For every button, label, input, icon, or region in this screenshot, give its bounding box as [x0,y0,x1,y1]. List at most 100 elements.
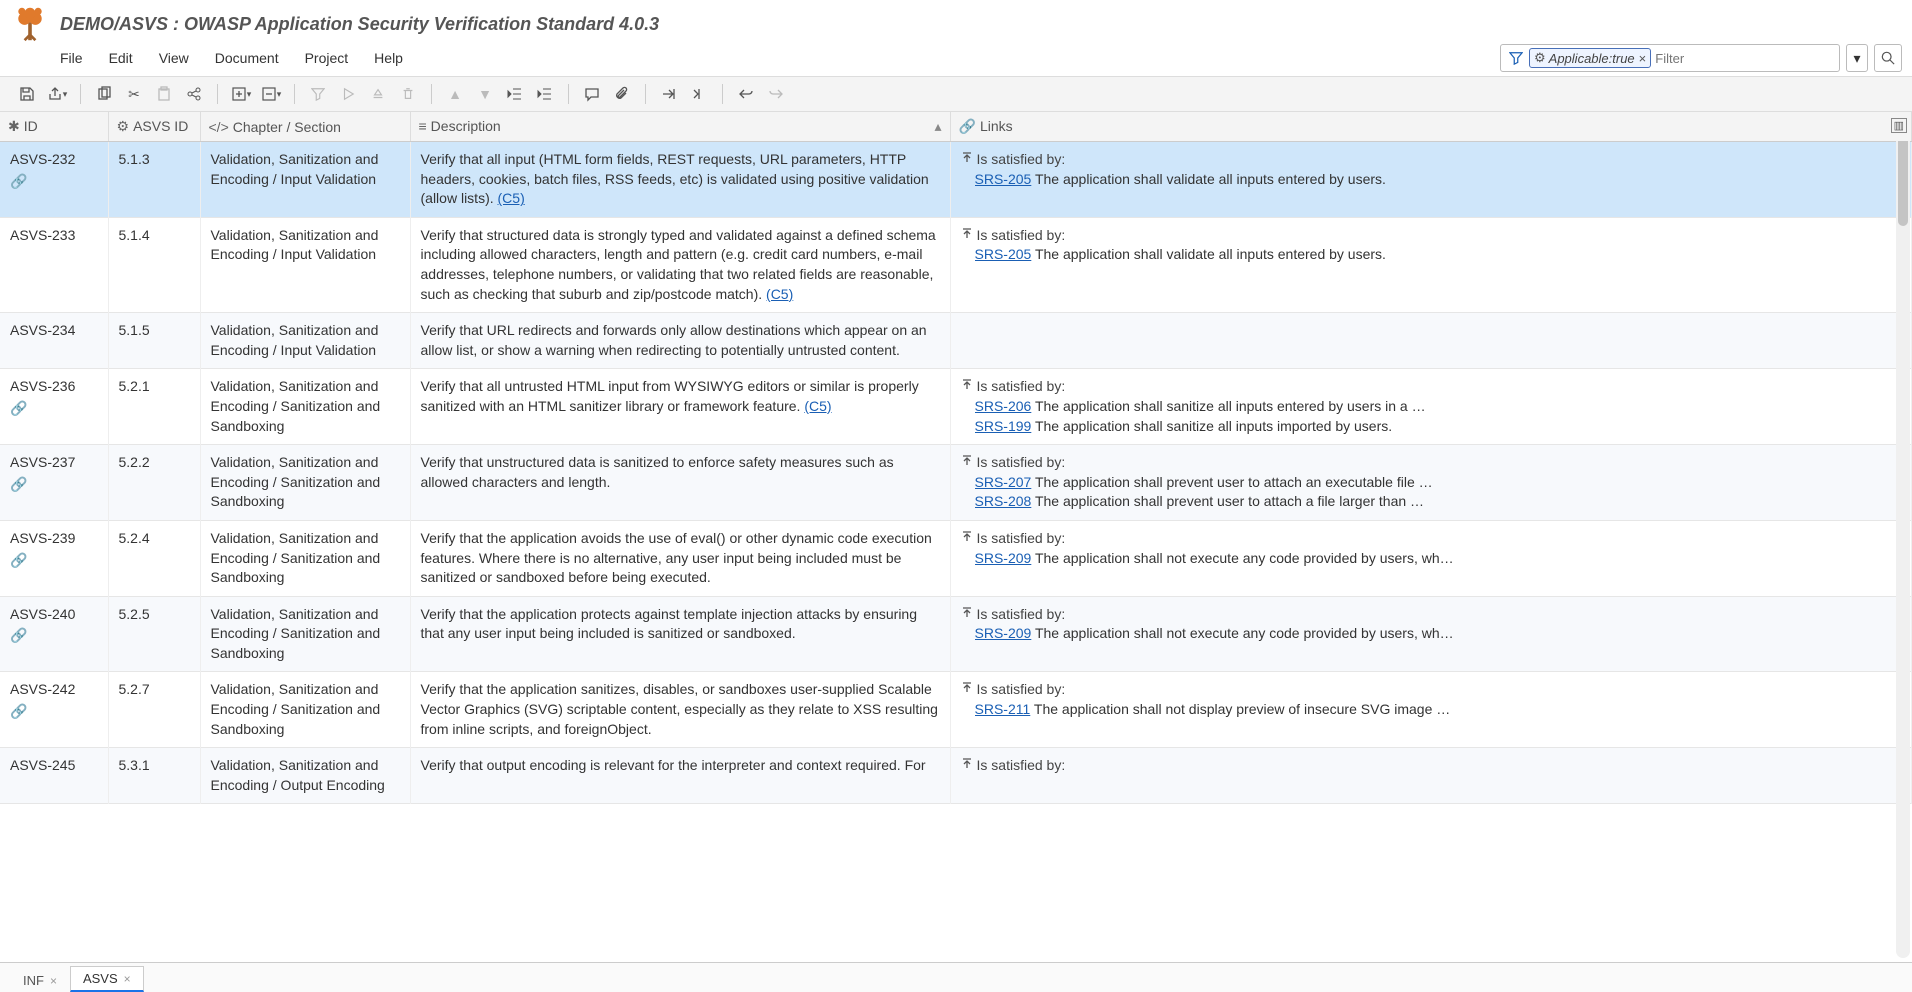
table-row[interactable]: ASVS-2455.3.1Validation, Sanitization an… [0,748,1912,804]
filter-clear-icon[interactable] [305,81,331,107]
column-picker-icon[interactable]: ▥ [1891,118,1907,133]
cell-asvs-id: 5.3.1 [108,748,200,804]
chip-remove-icon[interactable]: × [1639,51,1647,66]
gear-icon: ⚙ [1534,50,1546,66]
col-asvs-header[interactable]: ⚙ASVS ID [108,112,200,142]
satisfied-by-label: Is satisfied by: [977,150,1066,170]
filter-input[interactable] [1655,51,1835,66]
list-icon: ≡ [419,118,427,134]
funnel-icon[interactable] [1509,51,1523,65]
cell-chapter: Validation, Sanitization and Encoding / … [200,142,410,218]
cell-asvs-id: 5.2.1 [108,369,200,445]
filter-chip[interactable]: ⚙ Applicable: true × [1529,48,1651,68]
add-icon[interactable]: ▾ [228,81,254,107]
move-down-icon[interactable]: ▼ [472,81,498,107]
goto-last-icon[interactable] [686,81,712,107]
col-chapter-header[interactable]: </>Chapter / Section [200,112,410,142]
table-row[interactable]: ASVS-239🔗5.2.4Validation, Sanitization a… [0,520,1912,596]
table-row[interactable]: ASVS-237🔗5.2.2Validation, Sanitization a… [0,445,1912,521]
cell-chapter: Validation, Sanitization and Encoding / … [200,672,410,748]
paste-icon[interactable] [151,81,177,107]
cell-description: Verify that all input (HTML form fields,… [410,142,950,218]
table-row[interactable]: ASVS-2345.1.5Validation, Sanitization an… [0,313,1912,369]
code-icon: </> [209,119,229,135]
satisfied-by-icon [961,682,973,694]
srs-link[interactable]: SRS-206 [975,398,1032,414]
forward-icon[interactable] [763,81,789,107]
srs-link[interactable]: SRS-209 [975,550,1032,566]
share-icon[interactable] [181,81,207,107]
table-row[interactable]: ASVS-232🔗5.1.3Validation, Sanitization a… [0,142,1912,218]
page-title: DEMO/ASVS : OWASP Application Security V… [60,14,659,35]
srs-link[interactable]: SRS-205 [975,171,1032,187]
cell-links: Is satisfied by:SRS-206 The application … [950,369,1912,445]
menu-help[interactable]: Help [370,48,407,68]
col-description-header[interactable]: ≡Description▴ [410,112,950,142]
vertical-scrollbar[interactable] [1896,134,1910,958]
link-icon: 🔗 [10,475,98,495]
menu-file[interactable]: File [56,48,87,68]
goto-next-icon[interactable] [656,81,682,107]
attachment-icon[interactable] [609,81,635,107]
cell-chapter: Validation, Sanitization and Encoding / … [200,369,410,445]
link-icon: 🔗 [10,399,98,419]
col-id-header[interactable]: ✱ID [0,112,108,142]
tab-inf[interactable]: INF× [10,968,70,992]
cell-id: ASVS-233 [0,217,108,312]
save-icon[interactable] [14,81,40,107]
back-icon[interactable] [733,81,759,107]
menu-edit[interactable]: Edit [105,48,137,68]
gear-icon: ⚙ [117,118,130,134]
srs-link[interactable]: SRS-211 [975,701,1031,717]
srs-link[interactable]: SRS-199 [975,418,1032,434]
satisfied-by-label: Is satisfied by: [977,756,1066,776]
copy-icon[interactable] [91,81,117,107]
cell-chapter: Validation, Sanitization and Encoding / … [200,445,410,521]
satisfied-by-icon [961,152,973,164]
table-row[interactable]: ASVS-242🔗5.2.7Validation, Sanitization a… [0,672,1912,748]
satisfied-by-icon [961,228,973,240]
delete-icon[interactable] [395,81,421,107]
cell-links: Is satisfied by: [950,748,1912,804]
export-icon[interactable]: ▾ [44,81,70,107]
cell-links: Is satisfied by:SRS-205 The application … [950,142,1912,218]
search-button[interactable] [1874,44,1902,72]
cell-description: Verify that URL redirects and forwards o… [410,313,950,369]
play-icon[interactable] [335,81,361,107]
requirements-table: ✱ID ⚙ASVS ID </>Chapter / Section ≡Descr… [0,112,1912,804]
link-icon: 🔗 [959,118,976,134]
cell-asvs-id: 5.2.5 [108,596,200,672]
cell-chapter: Validation, Sanitization and Encoding / … [200,520,410,596]
table-row[interactable]: ASVS-240🔗5.2.5Validation, Sanitization a… [0,596,1912,672]
underline-icon[interactable] [365,81,391,107]
reference-link[interactable]: (C5) [804,398,831,414]
col-links-header[interactable]: 🔗Links ▥ [950,112,1912,142]
move-up-icon[interactable]: ▲ [442,81,468,107]
table-row[interactable]: ASVS-2335.1.4Validation, Sanitization an… [0,217,1912,312]
close-icon[interactable]: × [50,974,57,988]
reference-link[interactable]: (C5) [498,190,525,206]
comment-icon[interactable] [579,81,605,107]
table-row[interactable]: ASVS-236🔗5.2.1Validation, Sanitization a… [0,369,1912,445]
menu-document[interactable]: Document [211,48,283,68]
indent-icon[interactable] [532,81,558,107]
srs-link[interactable]: SRS-205 [975,246,1032,262]
filter-dropdown-button[interactable]: ▾ [1846,44,1868,72]
filter-box[interactable]: ⚙ Applicable: true × [1500,44,1840,72]
satisfied-by-icon [961,531,973,543]
cell-links: Is satisfied by:SRS-209 The application … [950,596,1912,672]
cell-id: ASVS-245 [0,748,108,804]
outdent-icon[interactable] [502,81,528,107]
cell-description: Verify that unstructured data is sanitiz… [410,445,950,521]
menu-view[interactable]: View [155,48,193,68]
menu-project[interactable]: Project [301,48,353,68]
close-icon[interactable]: × [124,972,131,986]
reference-link[interactable]: (C5) [766,286,793,302]
srs-link[interactable]: SRS-208 [975,493,1032,509]
cut-icon[interactable]: ✂ [121,81,147,107]
srs-link[interactable]: SRS-207 [975,474,1032,490]
sort-asc-icon: ▴ [934,118,941,135]
tab-asvs[interactable]: ASVS× [70,966,144,992]
srs-link[interactable]: SRS-209 [975,625,1032,641]
remove-icon[interactable]: ▾ [258,81,284,107]
